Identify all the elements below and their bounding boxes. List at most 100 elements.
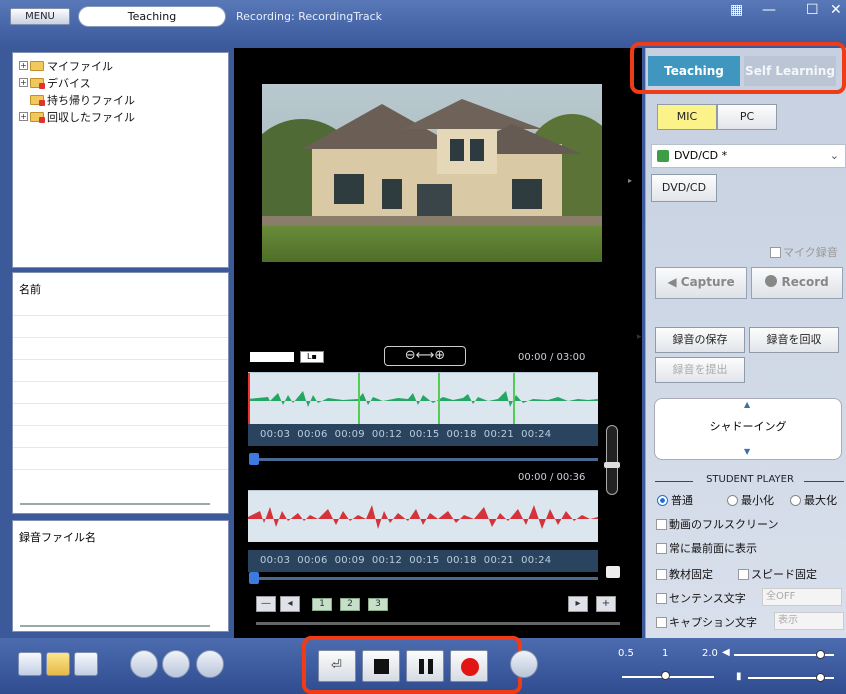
expand-icon[interactable]: + <box>19 112 28 121</box>
tree-item-devices[interactable]: + デバイス <box>19 74 228 91</box>
new-file-icon[interactable] <box>18 652 42 676</box>
mic-button[interactable]: MIC <box>657 104 717 130</box>
upper-waveform[interactable] <box>248 372 598 424</box>
grid-icon[interactable]: ▦ <box>730 2 743 18</box>
mic-record-checkbox[interactable] <box>770 247 781 258</box>
front-option[interactable]: 常に最前面に表示 <box>656 540 757 556</box>
speed-knob[interactable] <box>661 671 670 680</box>
fullscreen-option[interactable]: 動画のフルスクリーン <box>656 516 778 532</box>
radio-unselected[interactable] <box>727 495 738 506</box>
upper-position-handle[interactable] <box>249 453 259 465</box>
list-row[interactable] <box>13 447 228 469</box>
chevron-down-icon: ⌄ <box>829 149 839 162</box>
list-row[interactable] <box>13 381 228 403</box>
mic-record-option[interactable]: マイク録音 <box>770 244 838 260</box>
list-row[interactable] <box>13 337 228 359</box>
minimize-icon[interactable]: — <box>762 2 776 18</box>
save-file-icon[interactable] <box>74 652 98 676</box>
name-list-scrollbar[interactable] <box>20 503 210 505</box>
mode-normal[interactable]: 普通 <box>657 492 693 508</box>
tree-item-my-files[interactable]: + マイファイル <box>19 57 228 74</box>
media-icon <box>657 150 669 162</box>
lower-position-bar[interactable] <box>252 577 598 580</box>
tree-item-collected[interactable]: + 回収したファイル <box>19 108 228 125</box>
mic-record-label: マイク録音 <box>783 246 838 259</box>
marker-line[interactable] <box>358 373 360 424</box>
shadowing-label[interactable]: シャドーイング <box>654 418 842 434</box>
open-folder-icon[interactable] <box>46 652 70 676</box>
next-page-button[interactable]: ▸ <box>568 596 588 612</box>
list-row[interactable] <box>13 359 228 381</box>
volume-knob[interactable] <box>604 462 620 468</box>
lower-waveform[interactable] <box>248 490 598 542</box>
page-2[interactable]: 2 <box>340 598 360 611</box>
capture-arrow-icon: ◀ <box>667 275 681 289</box>
lower-position-handle[interactable] <box>249 572 259 584</box>
page-scrollbar[interactable] <box>256 622 620 625</box>
rewind-icon[interactable] <box>130 650 158 678</box>
checkbox[interactable] <box>656 569 667 580</box>
mode-maximize[interactable]: 最大化 <box>790 492 837 508</box>
volume-slider[interactable] <box>606 425 618 495</box>
recording-list-scrollbar[interactable] <box>20 625 210 627</box>
sentence-option[interactable]: センテンス文字 <box>656 590 746 606</box>
video-frame[interactable] <box>262 84 602 262</box>
material-fixed-option[interactable]: 教材固定 <box>656 566 713 582</box>
checkbox[interactable] <box>738 569 749 580</box>
list-row[interactable] <box>13 469 228 491</box>
pc-button[interactable]: PC <box>717 104 777 130</box>
radio-selected[interactable] <box>657 495 668 506</box>
submit-recording-button[interactable]: 録音を提出 <box>655 357 745 383</box>
marker-line[interactable] <box>513 373 515 424</box>
forward-icon[interactable] <box>196 650 224 678</box>
zoom-control[interactable]: ⊖⟷⊕ <box>384 346 466 366</box>
playhead[interactable] <box>248 373 250 424</box>
close-icon[interactable]: ✕ <box>830 2 842 18</box>
remove-page-button[interactable]: — <box>256 596 276 612</box>
list-row[interactable] <box>13 403 228 425</box>
checkbox[interactable] <box>656 543 667 554</box>
menu-button[interactable]: MENU <box>10 8 70 25</box>
collect-recording-button[interactable]: 録音を回収 <box>749 327 839 353</box>
checkbox[interactable] <box>656 617 667 628</box>
caption-select[interactable]: 表示 <box>774 612 844 630</box>
checkbox[interactable] <box>656 519 667 530</box>
page-1[interactable]: 1 <box>312 598 332 611</box>
panel-toggle-icon[interactable]: ▸ <box>637 332 642 342</box>
speed-fixed-option[interactable]: スピード固定 <box>738 566 817 582</box>
sentence-select[interactable]: 全OFF <box>762 588 842 606</box>
add-page-button[interactable]: + <box>596 596 616 612</box>
balance-slider-knob[interactable] <box>816 673 825 682</box>
mode-selector[interactable]: Teaching <box>78 6 226 27</box>
mode-minimize[interactable]: 最小化 <box>727 492 774 508</box>
record-button[interactable]: Record <box>751 267 843 299</box>
side-handle-icon[interactable]: ▸ <box>628 176 632 185</box>
checkbox[interactable] <box>656 593 667 604</box>
headset-icon[interactable] <box>510 650 538 678</box>
expand-icon[interactable]: + <box>19 78 28 87</box>
speed-min: 0.5 <box>618 648 634 659</box>
list-row[interactable] <box>13 315 228 337</box>
save-recording-button[interactable]: 録音の保存 <box>655 327 745 353</box>
page-3[interactable]: 3 <box>368 598 388 611</box>
prev-page-button[interactable]: ◂ <box>280 596 300 612</box>
marker-line[interactable] <box>438 373 440 424</box>
volume-slider-knob[interactable] <box>816 650 825 659</box>
capture-button[interactable]: ◀ Capture <box>655 267 747 299</box>
chevron-down-icon[interactable]: ▼ <box>744 447 750 456</box>
loop-icon[interactable]: L▪ <box>300 351 324 363</box>
save-icon[interactable] <box>606 566 620 578</box>
expand-icon[interactable]: + <box>19 61 28 70</box>
tree-item-takehome[interactable]: 持ち帰りファイル <box>19 91 228 108</box>
marker-input[interactable] <box>250 352 294 362</box>
dvd-button[interactable]: DVD/CD <box>651 174 717 202</box>
list-row[interactable] <box>13 425 228 447</box>
student-player-title: STUDENT PLAYER <box>706 474 794 485</box>
caption-option[interactable]: キャプション文字 <box>656 614 757 630</box>
source-select[interactable]: DVD/CD * ⌄ <box>651 144 846 168</box>
repeat-icon[interactable] <box>162 650 190 678</box>
chevron-up-icon[interactable]: ▲ <box>744 400 750 409</box>
maximize-icon[interactable]: ☐ <box>806 2 819 18</box>
radio-unselected[interactable] <box>790 495 801 506</box>
upper-position-bar[interactable] <box>252 458 598 461</box>
